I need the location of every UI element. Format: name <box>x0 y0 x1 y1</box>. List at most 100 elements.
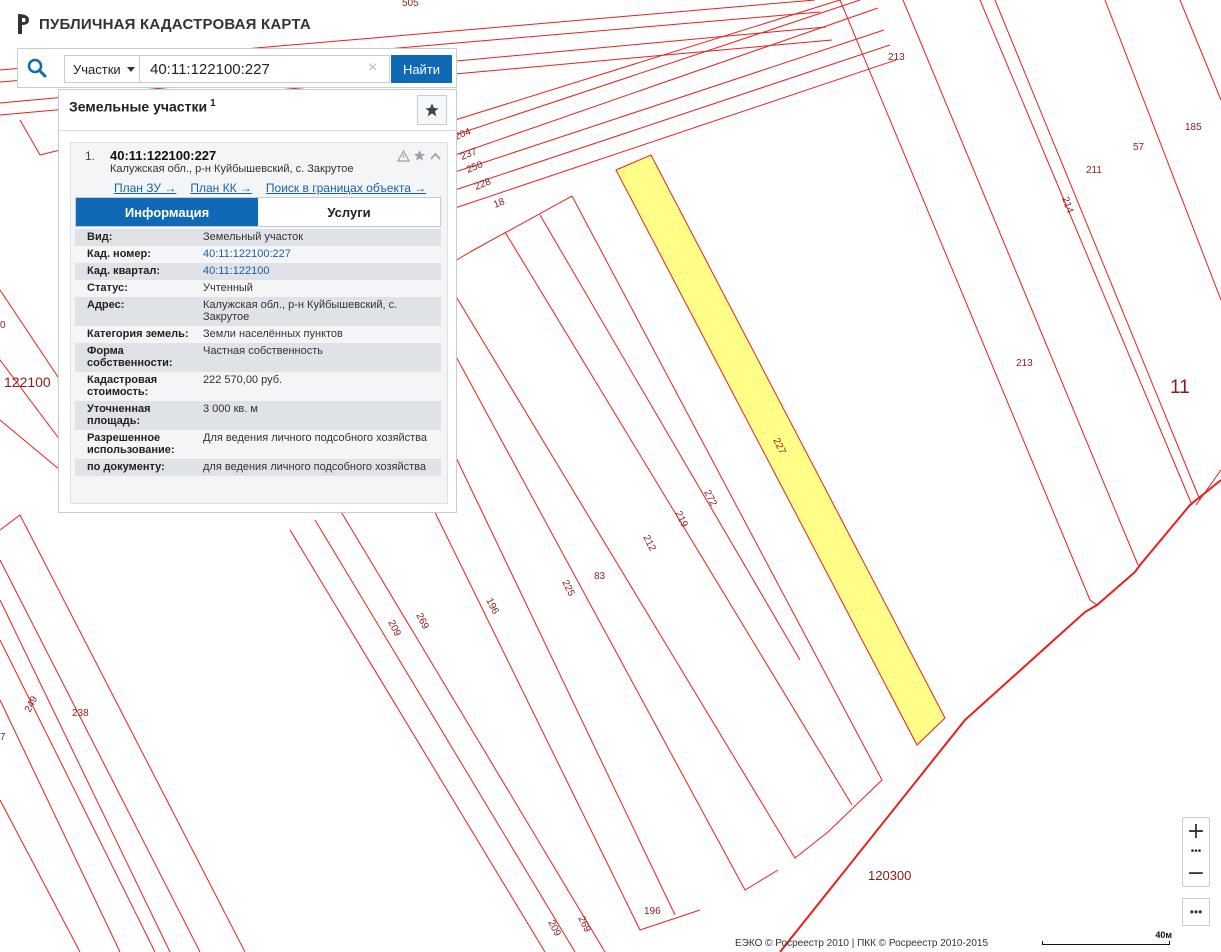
map-label: 225 <box>559 578 577 598</box>
more-options-button[interactable]: ••• <box>1182 898 1210 926</box>
map-label: 249 <box>23 694 41 714</box>
info-row: Вид: Земельный участок <box>75 229 441 246</box>
parcel-boundary[interactable] <box>0 599 171 952</box>
info-table: Вид: Земельный участок Кад. номер: 40:11… <box>75 229 441 476</box>
card-actions <box>397 149 442 162</box>
map-label: 272 <box>701 488 719 508</box>
search-in-bounds-link[interactable]: Поиск в границах объекта → <box>266 181 426 195</box>
parcel-boundary[interactable] <box>994 0 1201 501</box>
info-key: Статус: <box>75 280 195 297</box>
find-button[interactable]: Найти <box>391 55 452 83</box>
map-label: 238 <box>72 708 89 719</box>
scale-label: 40м <box>1155 930 1172 940</box>
favorites-button[interactable] <box>417 95 447 125</box>
parcel-boundary[interactable] <box>454 59 897 209</box>
info-value: Частная собственность <box>195 343 441 372</box>
result-address: Калужская обл., р-н Куйбышевский, с. Зак… <box>110 163 354 175</box>
tab-services[interactable]: Услуги <box>258 198 440 226</box>
map-label: 213 <box>1016 358 1033 369</box>
info-key: Адрес: <box>75 297 195 326</box>
parcel-boundary[interactable] <box>1104 0 1221 301</box>
info-row: Категория земель: Земли населённых пункт… <box>75 326 441 343</box>
results-count: 1 <box>210 98 216 109</box>
map-label: 269 <box>575 914 593 934</box>
parcel-boundary[interactable] <box>454 0 841 121</box>
info-key: Разрешенное использование: <box>75 430 195 459</box>
parcel-boundary[interactable] <box>439 251 829 859</box>
parcel-boundary[interactable] <box>0 639 156 952</box>
info-value: Учтенный <box>195 280 441 297</box>
info-row: Разрешенное использование: Для ведения л… <box>75 430 441 459</box>
map-label: 209 <box>545 918 563 938</box>
cadastral-number-link[interactable]: 40:11:122100:227 <box>195 246 441 263</box>
parcel-boundary[interactable] <box>314 519 576 952</box>
map-label: 7 <box>0 732 6 743</box>
tab-information[interactable]: Информация <box>76 198 258 226</box>
map-label: 212 <box>640 533 658 553</box>
info-key: Кад. номер: <box>75 246 195 263</box>
info-key: Уточненная площадь: <box>75 401 195 430</box>
map-label: 83 <box>594 571 606 582</box>
parcel-boundary[interactable] <box>902 0 1139 566</box>
map-label: 120300 <box>868 868 911 883</box>
info-key: Вид: <box>75 229 195 246</box>
map-attribution: ЕЭКО © Росреестр 2010 | ПКК © Росреестр … <box>735 938 989 949</box>
parcel-boundary[interactable] <box>0 289 61 381</box>
zoom-slider-handle[interactable]: ••• <box>1183 847 1209 857</box>
parcel-boundary[interactable] <box>454 29 885 173</box>
search-input[interactable] <box>140 55 390 83</box>
warning-icon[interactable] <box>397 149 410 162</box>
map-label: 185 <box>1185 122 1202 133</box>
app-logo[interactable]: ПУБЛИЧНАЯ КАДАСТРОВАЯ КАРТА <box>16 12 311 36</box>
info-row: Кадастровая стоимость: 222 570,00 руб. <box>75 372 441 401</box>
results-header: Земельные участки 1 <box>69 98 216 115</box>
map-label: 505 <box>402 0 419 9</box>
map-label: 250 <box>465 159 485 176</box>
result-tabs: Информация Услуги <box>75 197 441 227</box>
info-key: Кад. квартал: <box>75 263 195 280</box>
parcel-boundary[interactable] <box>454 7 879 156</box>
zoom-in-button[interactable]: + <box>1183 818 1209 844</box>
star-icon[interactable] <box>413 149 426 162</box>
parcel-boundary[interactable] <box>454 0 861 136</box>
parcel-boundary[interactable] <box>39 149 61 156</box>
result-index: 1. <box>85 149 96 163</box>
parcel-boundary[interactable] <box>339 509 606 952</box>
parcel-boundary[interactable] <box>839 0 1098 606</box>
clear-icon[interactable]: × <box>368 59 377 77</box>
search-type-select[interactable]: Участки <box>64 55 140 83</box>
search-icon[interactable] <box>26 57 48 79</box>
parcel-boundary[interactable] <box>19 119 41 156</box>
parcel-boundary[interactable] <box>1179 0 1221 101</box>
parcel-boundary[interactable] <box>289 529 546 952</box>
zoom-controls: + ••• − <box>1182 817 1210 887</box>
info-value: для ведения личного подсобного хозяйства <box>195 459 441 476</box>
map-label: 211 <box>1086 165 1102 176</box>
parcel-boundary[interactable] <box>1195 469 1221 506</box>
info-row: Кад. номер: 40:11:122100:227 <box>75 246 441 263</box>
parcel-boundary[interactable] <box>0 799 81 952</box>
info-value: Земельный участок <box>195 229 441 246</box>
scale-bar: 40м <box>1042 930 1172 948</box>
chevron-up-icon[interactable] <box>429 151 442 161</box>
info-row: Адрес: Калужская обл., р-н Куйбышевский,… <box>75 297 441 326</box>
info-key: по документу: <box>75 459 195 476</box>
result-links: План ЗУ → План КК → Поиск в границах объ… <box>114 181 426 195</box>
map-label: 209 <box>385 618 403 638</box>
plan-zu-link[interactable]: План ЗУ → <box>114 181 176 195</box>
info-value: Земли населённых пунктов <box>195 326 441 343</box>
info-row: Статус: Учтенный <box>75 280 441 297</box>
plan-kk-link[interactable]: План КК → <box>190 181 252 195</box>
rosreestr-logo-icon <box>18 14 29 34</box>
map-label: 122100 <box>4 374 51 390</box>
cadastral-quarter-link[interactable]: 40:11:122100 <box>195 263 441 280</box>
parcel-boundary[interactable] <box>419 289 779 891</box>
zoom-out-button[interactable]: − <box>1183 860 1209 886</box>
app-title: ПУБЛИЧНАЯ КАДАСТРОВАЯ КАРТА <box>39 15 311 33</box>
result-number[interactable]: 40:11:122100:227 <box>110 148 216 163</box>
parcel-boundary[interactable] <box>979 0 1193 506</box>
map-label: 213 <box>888 52 905 63</box>
results-header-title: Земельные участки <box>69 98 208 115</box>
parcel-boundary[interactable] <box>454 44 891 191</box>
parcel-boundary[interactable] <box>0 559 201 952</box>
